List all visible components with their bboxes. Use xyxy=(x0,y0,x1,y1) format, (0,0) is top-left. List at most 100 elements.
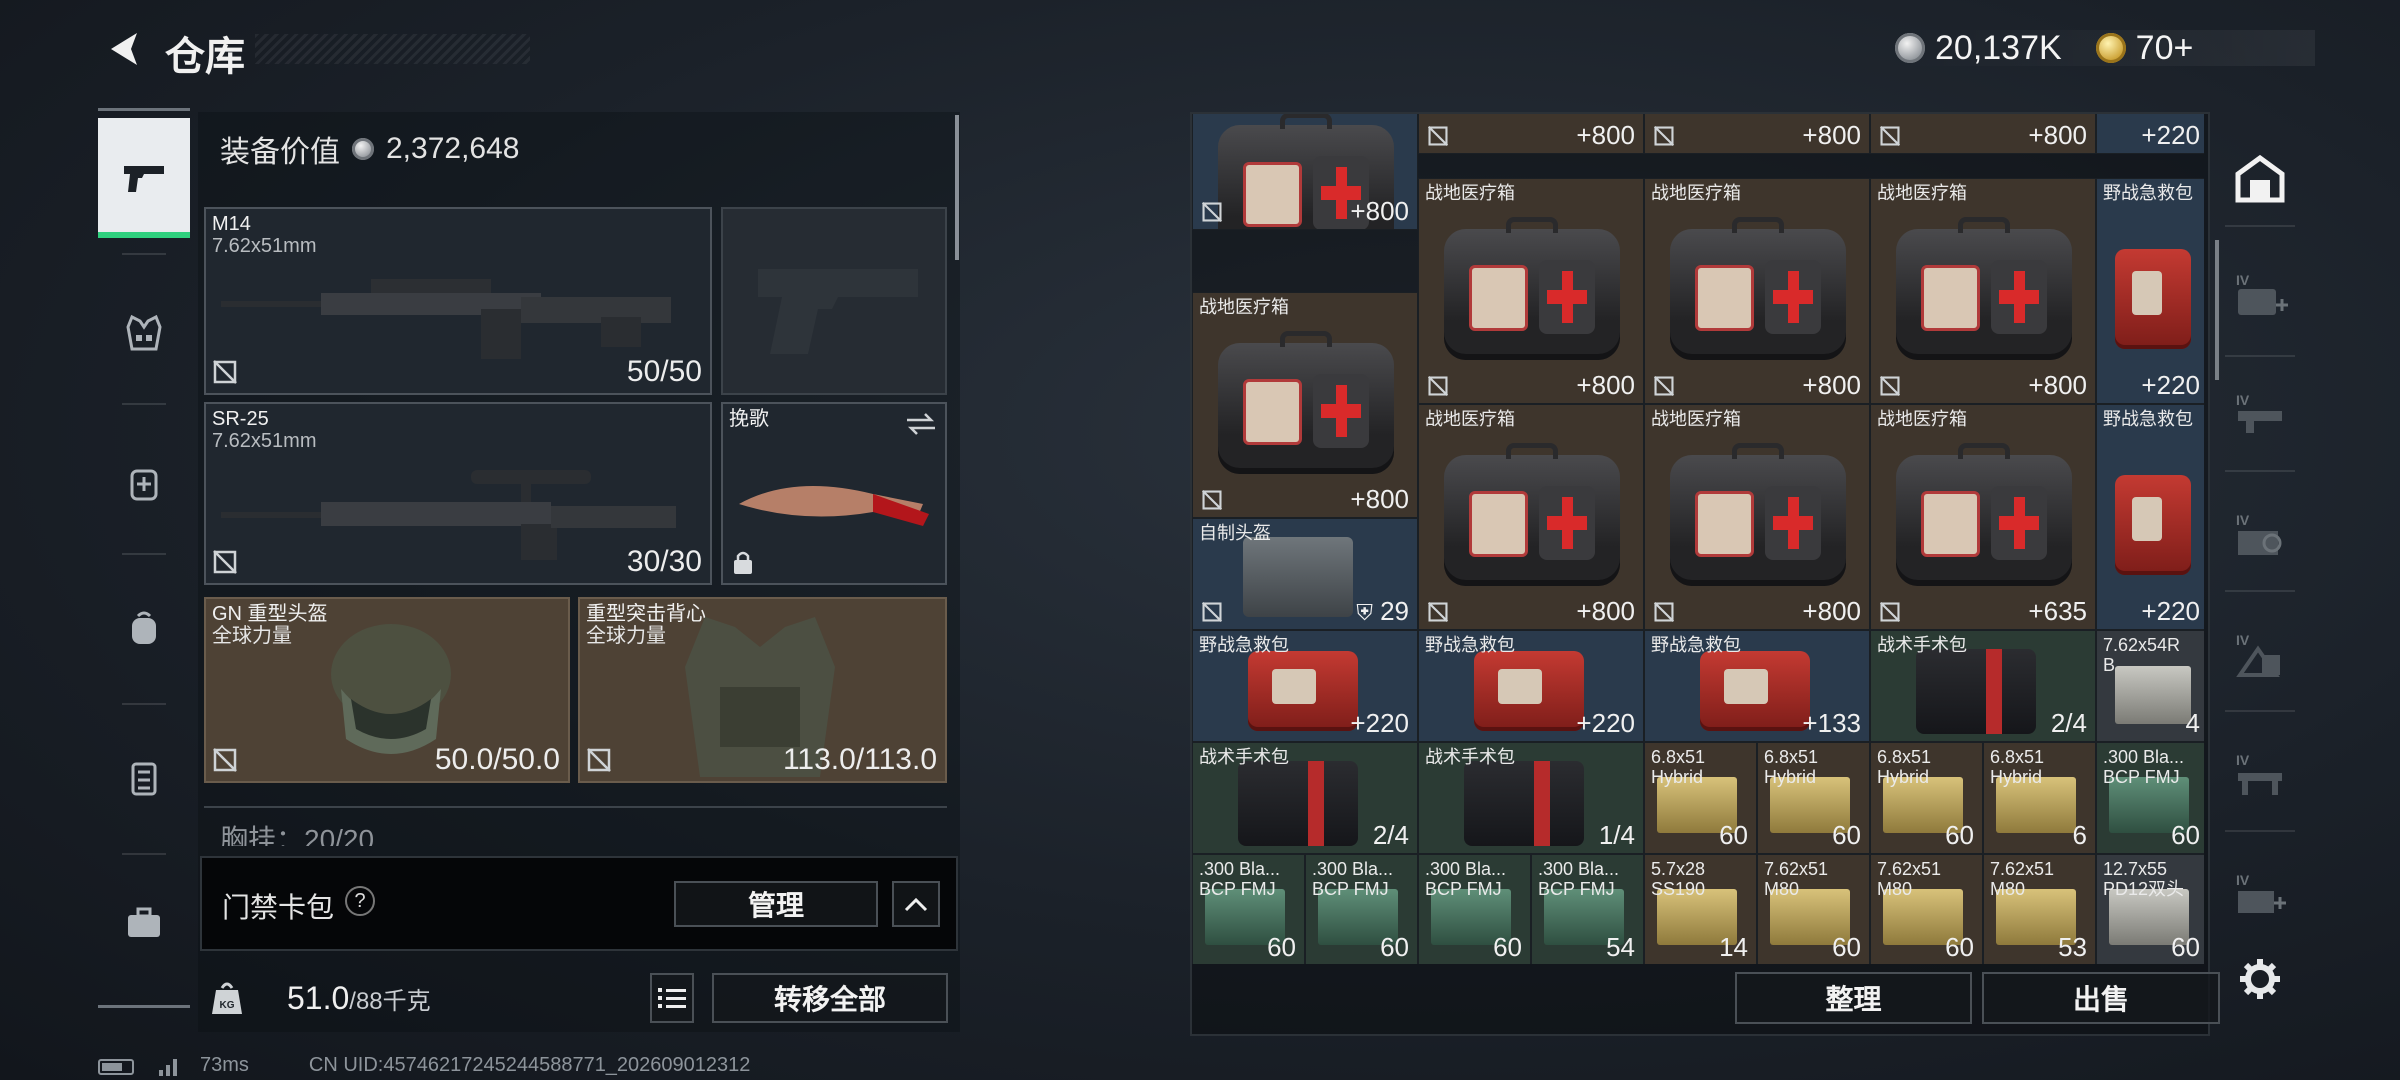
toolbar-expand-2[interactable]: IV xyxy=(2225,380,2295,450)
storage-item[interactable]: 12.7x55 PD12双头 60 xyxy=(2096,854,2204,964)
storage-item[interactable]: 6.8x51 Hybrid 6 xyxy=(1983,742,2096,854)
weapon-name: SR-25 xyxy=(212,408,269,430)
sell-button[interactable]: 出售 xyxy=(1982,972,2220,1024)
storage-item[interactable]: 战术手术包 1/4 xyxy=(1418,742,1644,854)
item-count-value: 133 xyxy=(1817,708,1861,738)
storage-item[interactable]: 战地医疗箱 +800 xyxy=(1870,178,2096,404)
storage-item[interactable]: 战地医疗箱 +800 xyxy=(1644,404,1870,630)
warehouse-icon xyxy=(2235,154,2285,203)
storage-item[interactable]: 战地医疗箱 +800 xyxy=(1418,178,1644,404)
storage-item[interactable]: +800 xyxy=(1418,114,1644,154)
storage-item[interactable]: .300 Bla... BCP FMJ 60 xyxy=(1418,854,1531,964)
primary-weapon-slot[interactable]: M14 7.62x51mm 50/50 xyxy=(204,207,712,395)
item-count: 60 xyxy=(1267,932,1296,963)
storage-item[interactable]: 战地医疗箱 +800 xyxy=(1418,404,1644,630)
storage-item[interactable]: 野战急救包 +220 xyxy=(1192,630,1418,742)
rail-item-armor[interactable] xyxy=(98,273,190,393)
storage-item[interactable]: 7.62x51 M80 60 xyxy=(1870,854,1983,964)
storage-item[interactable]: 战地医疗箱 +635 xyxy=(1870,404,2096,630)
item-name: 战地医疗箱 xyxy=(1199,297,1289,317)
rail-item-weapons[interactable] xyxy=(98,118,190,238)
no-drop-icon xyxy=(213,748,237,772)
equipment-scrollbar[interactable] xyxy=(955,115,959,260)
storage-item[interactable]: 6.8x51 Hybrid 60 xyxy=(1644,742,1757,854)
rail-item-containers[interactable] xyxy=(98,718,190,838)
storage-item[interactable]: 5.7x28 SS190 14 xyxy=(1644,854,1757,964)
storage-item[interactable]: .300 Bla... BCP FMJ 54 xyxy=(1531,854,1644,964)
helmet-slot[interactable]: GN 重型头盔 全球力量 50.0/50.0 xyxy=(204,597,570,783)
plus-icon: + xyxy=(1576,708,1592,738)
secondary-weapon-slot[interactable]: SR-25 7.62x51mm 30/30 xyxy=(204,402,712,585)
toolbar-expand-1[interactable]: IV xyxy=(2225,260,2295,330)
plus-icon: + xyxy=(1350,708,1366,738)
item-name: 战地医疗箱 xyxy=(1651,183,1741,203)
storage-item[interactable]: .300 Bla... BCP FMJ 60 xyxy=(1305,854,1418,964)
storage-item[interactable]: .300 Bla... BCP FMJ 60 xyxy=(2096,742,2204,854)
storage-item[interactable]: 野战急救包 +220 xyxy=(2096,404,2204,630)
help-icon[interactable]: ? xyxy=(345,886,375,916)
list-view-button[interactable] xyxy=(650,973,694,1023)
item-count: 60 xyxy=(1493,932,1522,963)
storage-item[interactable]: 7.62x51 M80 60 xyxy=(1757,854,1870,964)
rig-label: 胸挂：20/20 xyxy=(220,824,375,846)
storage-scrollbar[interactable] xyxy=(2215,240,2219,380)
storage-item[interactable]: .300 Bla... BCP FMJ 60 xyxy=(1192,854,1305,964)
storage-item[interactable]: 7.62x54R B 4 xyxy=(2096,630,2204,742)
storage-item[interactable]: 战地医疗箱 +800 xyxy=(1644,178,1870,404)
plus-icon: + xyxy=(2141,370,2157,400)
storage-item[interactable]: 7.62x51 M80 53 xyxy=(1983,854,2096,964)
rail-item-toolbox[interactable] xyxy=(98,863,190,983)
sidearm-slot-empty[interactable] xyxy=(721,207,947,395)
manage-button[interactable]: 管理 xyxy=(674,881,878,927)
storage-item-helmet[interactable]: 自制头盔 ⛨ 29 xyxy=(1192,518,1418,630)
silver-coin-icon xyxy=(352,138,374,160)
storage-item-medkit[interactable]: +800 xyxy=(1192,114,1418,230)
transfer-all-button[interactable]: 转移全部 xyxy=(712,973,948,1023)
svg-text:IV: IV xyxy=(2236,872,2250,888)
collapse-button[interactable] xyxy=(892,881,940,927)
item-name: 6.8x51 Hybrid xyxy=(1877,747,1932,787)
storage-item[interactable]: +800 xyxy=(1870,114,2096,154)
storage-item[interactable]: 6.8x51 Hybrid 60 xyxy=(1870,742,1983,854)
swap-icon[interactable] xyxy=(905,412,937,436)
no-drop-icon xyxy=(1653,375,1675,397)
item-name: 战术手术包 xyxy=(1199,747,1289,767)
storage-item[interactable]: +800 xyxy=(1644,114,1870,154)
sort-button[interactable]: 整理 xyxy=(1735,972,1972,1024)
storage-item[interactable]: +220 xyxy=(2096,114,2204,154)
armor-brand: 全球力量 xyxy=(586,625,666,647)
back-button[interactable] xyxy=(98,24,148,74)
settings-button[interactable] xyxy=(2225,944,2295,1014)
toolbar-expand-4[interactable]: IV xyxy=(2225,620,2295,690)
melee-slot[interactable]: 挽歌 xyxy=(721,402,947,585)
no-drop-icon xyxy=(1879,601,1901,623)
storage-item[interactable]: 战地医疗箱 +800 xyxy=(1192,292,1418,518)
item-name: 野战急救包 xyxy=(1651,635,1741,655)
storage-item[interactable]: 野战急救包 +220 xyxy=(2096,178,2204,404)
storage-item[interactable]: 野战急救包 +220 xyxy=(1418,630,1644,742)
plus-icon: + xyxy=(1802,708,1818,738)
item-name: 7.62x51 M80 xyxy=(1990,859,2055,899)
storage-item[interactable]: 战术手术包 2/4 xyxy=(1870,630,2096,742)
item-name: .300 Bla... BCP FMJ xyxy=(2103,747,2185,787)
rail-item-backpack[interactable] xyxy=(98,568,190,688)
toolbar-expand-3[interactable]: IV xyxy=(2225,500,2295,570)
item-count: 60 xyxy=(1719,820,1748,851)
rail-item-backpack-medical[interactable] xyxy=(98,423,190,543)
rig-slot-peek[interactable]: 胸挂：20/20 xyxy=(204,806,947,846)
toolbar-expand-5[interactable]: IV xyxy=(2225,740,2295,810)
item-count: +220 xyxy=(2141,596,2200,627)
storage-item[interactable]: 战术手术包 2/4 xyxy=(1192,742,1418,854)
surgical-kit-image xyxy=(1238,761,1358,846)
item-count-value: 60 xyxy=(2171,932,2200,962)
gold-balance[interactable]: 70+ xyxy=(2136,29,2194,68)
toolbar-storage-tab[interactable] xyxy=(2225,144,2295,214)
toolbar-expand-6[interactable]: IV xyxy=(2225,860,2295,930)
storage-item[interactable]: 6.8x51 Hybrid 60 xyxy=(1757,742,1870,854)
no-drop-icon xyxy=(1653,601,1675,623)
storage-grid: +800 +800 +800 +800 +220 战地医疗箱 +800 战地医疗箱 +800 战地… xyxy=(1192,114,2204,964)
armor-slot[interactable]: 重型突击背心 全球力量 113.0/113.0 xyxy=(578,597,947,783)
workbench-icon: IV xyxy=(2236,512,2282,555)
storage-item[interactable]: 野战急救包 +133 xyxy=(1644,630,1870,742)
medkit-image xyxy=(1669,216,1847,360)
